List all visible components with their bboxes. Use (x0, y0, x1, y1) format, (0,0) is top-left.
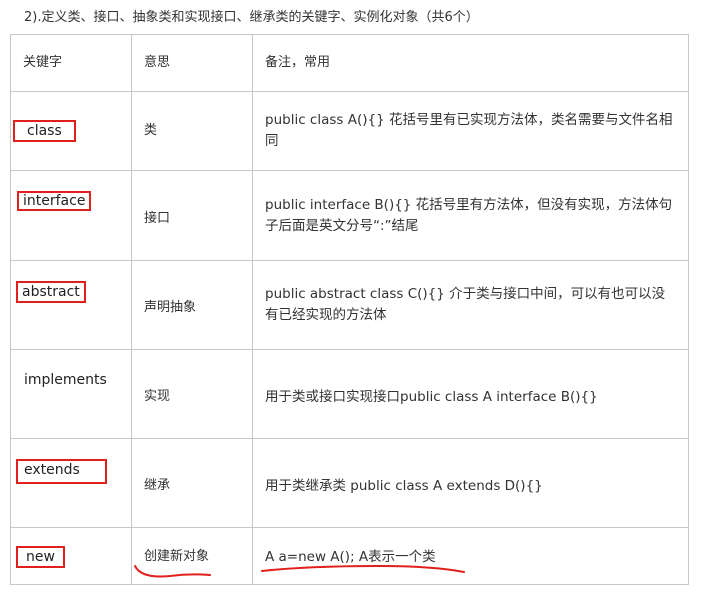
note-cell: public abstract class C(){} 介于类与接口中间，可以有… (252, 260, 689, 350)
keyword-cell: extends (10, 438, 132, 528)
meaning-cell: 类 (131, 91, 253, 171)
keyword-cell: interface (10, 170, 132, 261)
keyword-cell: new (10, 527, 132, 585)
keyword-interface: interface (17, 191, 92, 211)
note-cell: 用于类或接口实现接口public class A interface B(){} (252, 349, 689, 439)
note-cell: public interface B(){} 花括号里有方法体，但没有实现，方法… (252, 170, 689, 261)
meaning-new: 创建新对象 (144, 549, 210, 564)
meaning-cell: 继承 (131, 438, 253, 528)
keyword-extends: extends (16, 459, 107, 484)
meaning-cell: 声明抽象 (131, 260, 253, 350)
table-row: new 创建新对象 A a=new A(); A表示一个类 (10, 527, 689, 585)
table-row: implements 实现 用于类或接口实现接口public class A i… (10, 349, 689, 439)
keyword-cell: class (10, 91, 132, 171)
meaning-cell: 实现 (131, 349, 253, 439)
meaning-cell: 接口 (131, 170, 253, 261)
header-note: 备注，常用 (252, 34, 689, 92)
note-cell: A a=new A(); A表示一个类 (252, 527, 689, 585)
header-meaning: 意思 (131, 34, 253, 92)
keyword-class: class (13, 120, 76, 142)
table-row: extends 继承 用于类继承类 public class A extends… (10, 438, 689, 528)
section-heading: 2).定义类、接口、抽象类和实现接口、继承类的关键字、实例化对象（共6个） (24, 10, 479, 25)
table-header-row: 关键字 意思 备注，常用 (10, 34, 689, 92)
keyword-abstract: abstract (16, 281, 86, 303)
keyword-new: new (16, 546, 65, 568)
table-row: abstract 声明抽象 public abstract class C(){… (10, 260, 689, 350)
meaning-cell: 创建新对象 (131, 527, 253, 585)
keyword-table: 关键字 意思 备注，常用 class 类 public class A(){} … (10, 34, 689, 585)
keyword-cell: implements (10, 349, 132, 439)
keyword-cell: abstract (10, 260, 132, 350)
note-new: A a=new A(); A表示一个类 (265, 548, 436, 565)
note-cell: public class A(){} 花括号里有已实现方法体，类名需要与文件名相… (252, 91, 689, 171)
header-keyword: 关键字 (10, 34, 132, 92)
table-row: class 类 public class A(){} 花括号里有已实现方法体，类… (10, 91, 689, 171)
note-cell: 用于类继承类 public class A extends D(){} (252, 438, 689, 528)
keyword-implements: implements (24, 372, 107, 388)
table-row: interface 接口 public interface B(){} 花括号里… (10, 170, 689, 261)
